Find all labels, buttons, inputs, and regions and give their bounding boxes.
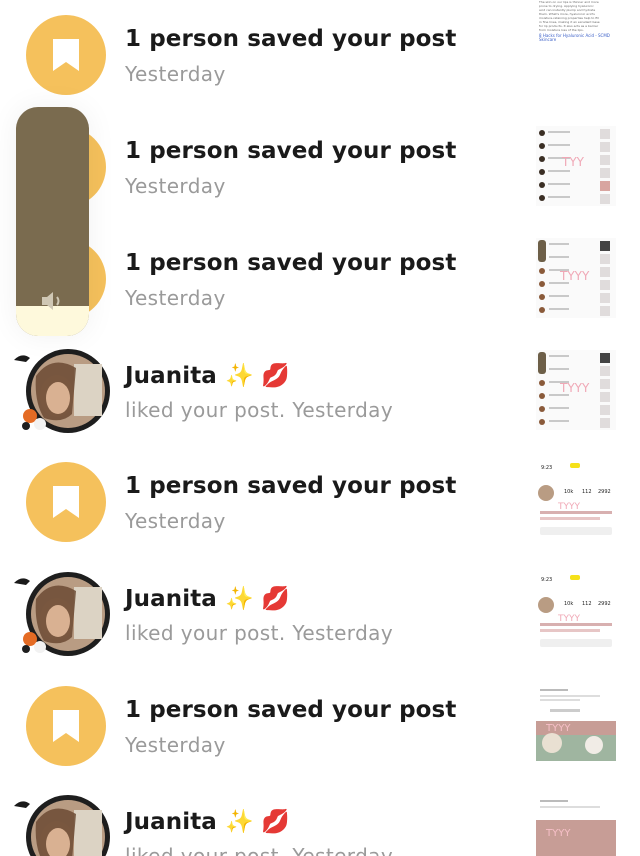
user-name[interactable]: Juanita [125,586,217,612]
user-name-line: Juanita ✨ 💋 [125,808,290,835]
post-thumbnail[interactable]: 9:23 10k 112 2992 TYYY [536,573,616,653]
notification-list: 1 person saved your post Yesterday The s… [0,0,640,856]
thumb-video-image: TYYY [536,685,616,765]
notification-row[interactable]: Juanita ✨ 💋 liked your post. Yesterday T… [0,322,640,434]
notification-time: liked your post. Yesterday [125,844,394,856]
notification-row[interactable]: 1 person saved your post Yesterday The s… [0,0,640,98]
thumb-link: 8 Hacks for Hyaluronic Acid - SCMD Skinc… [539,33,610,42]
saved-avatar [26,15,106,95]
svg-text:TYYY: TYYY [545,723,571,734]
speaker-icon [42,292,60,310]
post-thumbnail[interactable]: TYYY [536,685,616,765]
post-thumbnail[interactable]: TYYY [536,350,616,430]
notification-title: 1 person saved your post [125,26,457,52]
volume-indicator[interactable] [16,107,89,336]
thumb-video-image: TYYY [536,796,616,856]
svg-text:10k: 10k [564,601,573,607]
emoji-sparkle-lips: ✨ 💋 [225,809,290,835]
notification-row[interactable]: 1 person saved your post Yesterday TYYY [0,657,640,769]
emoji-sparkle-lips: ✨ 💋 [225,363,290,389]
notification-time: liked your post. Yesterday [125,398,394,422]
user-name-line: Juanita ✨ 💋 [125,585,290,612]
svg-text:TYYY: TYYY [545,828,571,839]
svg-text:TYYY: TYYY [559,381,590,395]
thumb-list-image: TYYY [536,238,616,318]
notification-title: 1 person saved your post [125,138,457,164]
thumb-profile-image: 9:23 10k 112 2992 TYYY [536,573,616,653]
notification-time: Yesterday [125,733,226,757]
svg-text:2992: 2992 [598,489,611,495]
notification-row[interactable]: Juanita ✨ 💋 liked your post. Yesterday T… [0,768,640,856]
notification-time: Yesterday [125,509,226,533]
user-avatar[interactable] [12,346,112,436]
svg-text:10k: 10k [564,489,573,495]
post-thumbnail[interactable]: TYY [536,126,616,206]
thumb-text-line: from moisture loss of the lips. [539,28,584,32]
notification-row[interactable]: 1 person saved your post Yesterday 9:23 … [0,433,640,545]
bookmark-icon [53,486,79,518]
user-name[interactable]: Juanita [125,363,217,389]
user-name[interactable]: Juanita [125,809,217,835]
svg-text:TYYY: TYYY [557,502,580,512]
notification-title: 1 person saved your post [125,697,457,723]
notification-time: Yesterday [125,62,226,86]
svg-text:112: 112 [582,489,592,495]
user-avatar[interactable] [12,792,112,856]
bookmark-icon [53,710,79,742]
svg-text:TYYY: TYYY [559,269,590,283]
post-thumbnail[interactable]: TYYY [536,238,616,318]
user-name-line: Juanita ✨ 💋 [125,362,290,389]
thumb-list-image: TYY [536,126,616,206]
notification-time: Yesterday [125,174,226,198]
svg-text:TYYY: TYYY [557,614,580,624]
post-thumbnail[interactable]: The skin on our lips is thinner and more… [536,0,616,82]
notification-title: 1 person saved your post [125,473,457,499]
notification-row[interactable]: 1 person saved your post Yesterday TYY [0,98,640,210]
bookmark-icon [53,39,79,71]
saved-avatar [26,462,106,542]
thumb-time: 9:23 [541,465,552,471]
svg-text:TYY: TYY [561,155,585,169]
user-avatar[interactable] [12,569,112,659]
notification-row[interactable]: Juanita ✨ 💋 liked your post. Yesterday 9… [0,545,640,657]
svg-text:2992: 2992 [598,601,611,607]
notification-time: liked your post. Yesterday [125,621,394,645]
notification-row[interactable]: 1 person saved your post Yesterday TYYY [0,210,640,322]
thumb-profile-image: 9:23 10k 112 2992 TYYY [536,461,616,541]
thumb-list-image: TYYY [536,350,616,430]
post-thumbnail[interactable]: TYYY [536,796,616,856]
post-thumbnail[interactable]: 9:23 10k 112 2992 TYYY [536,461,616,541]
emoji-sparkle-lips: ✨ 💋 [225,586,290,612]
notification-time: Yesterday [125,286,226,310]
notification-title: 1 person saved your post [125,250,457,276]
saved-avatar [26,686,106,766]
svg-text:112: 112 [582,601,592,607]
svg-text:9:23: 9:23 [541,577,552,583]
